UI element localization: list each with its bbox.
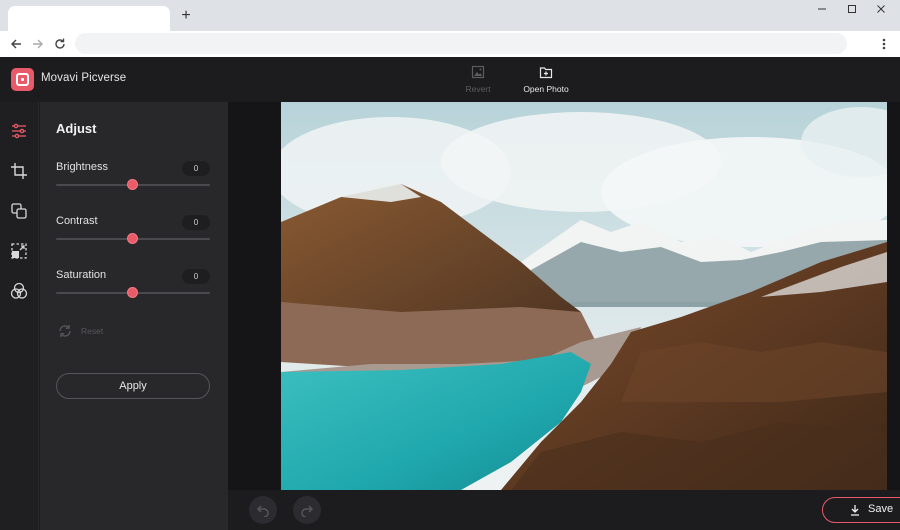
tool-rail [0,102,39,530]
download-icon [851,505,859,516]
rail-item-crop[interactable] [9,161,29,181]
saturation-label: Saturation [56,269,107,281]
app-header: Movavi Picverse Revert Open Photo [0,57,900,102]
image-icon [471,65,485,79]
save-button[interactable]: Save [822,497,900,523]
photo-preview[interactable] [281,102,887,490]
minimize-icon [818,8,826,10]
reset-button[interactable]: Reset [57,323,137,339]
close-icon [877,5,885,13]
saturation-slider-thumb[interactable] [127,287,138,298]
redo-icon [301,505,314,517]
rgb-circles-icon [10,282,28,299]
undo-button[interactable] [249,496,277,524]
adjust-panel: Adjust Brightness 0 Contrast 0 Saturatio… [40,102,228,530]
open-photo-button[interactable]: Open Photo [520,65,572,97]
reset-icon [59,325,71,337]
bottom-bar: Save [228,490,900,530]
folder-plus-icon [539,67,553,79]
address-bar[interactable] [75,33,847,54]
app-logo-icon [11,68,34,91]
arrow-left-icon [11,39,21,49]
new-tab-button[interactable]: + [177,7,195,25]
rail-item-color[interactable] [9,281,29,301]
maximize-button[interactable] [840,4,864,18]
panel-title: Adjust [56,121,97,136]
reset-label: Reset [81,326,104,336]
saturation-value[interactable]: 0 [182,269,210,284]
crop-icon [11,163,27,179]
forward-button[interactable] [31,37,45,51]
back-button[interactable] [9,37,23,51]
contrast-slider-thumb[interactable] [127,233,138,244]
tab-strip: + [0,0,900,31]
rail-item-layers[interactable] [9,201,29,221]
rail-item-adjust[interactable] [9,121,29,141]
brightness-label: Brightness [56,161,108,173]
sliders-icon [12,123,26,139]
close-window-button[interactable] [869,4,893,18]
redo-button[interactable] [293,496,321,524]
revert-label: Revert [465,84,491,94]
open-photo-label: Open Photo [523,84,569,94]
save-label: Save [868,503,894,515]
app-title: Movavi Picverse [41,72,127,84]
revert-button[interactable]: Revert [461,65,495,97]
reload-button[interactable] [53,37,67,51]
more-vertical-icon [882,38,886,50]
brightness-value[interactable]: 0 [182,161,210,176]
reload-icon [55,38,65,49]
browser-toolbar [0,31,900,57]
mountain-lake-photo [281,102,887,490]
browser-tab[interactable] [8,6,170,31]
minimize-button[interactable] [810,4,834,18]
undo-icon [256,505,269,517]
browser-menu-button[interactable] [878,36,890,52]
brightness-slider-thumb[interactable] [127,179,138,190]
maximize-icon [848,5,856,13]
contrast-label: Contrast [56,215,98,227]
apply-button[interactable]: Apply [56,373,210,399]
arrow-right-icon [33,39,43,49]
contrast-value[interactable]: 0 [182,215,210,230]
rail-item-resize[interactable] [9,241,29,261]
browser-window: + Movavi Picverse Revert Open Photo Adju… [0,0,900,530]
canvas-area [228,102,900,490]
app-root: Movavi Picverse Revert Open Photo Adjust… [0,57,900,530]
resize-icon [11,243,27,259]
overlap-squares-icon [11,203,27,219]
